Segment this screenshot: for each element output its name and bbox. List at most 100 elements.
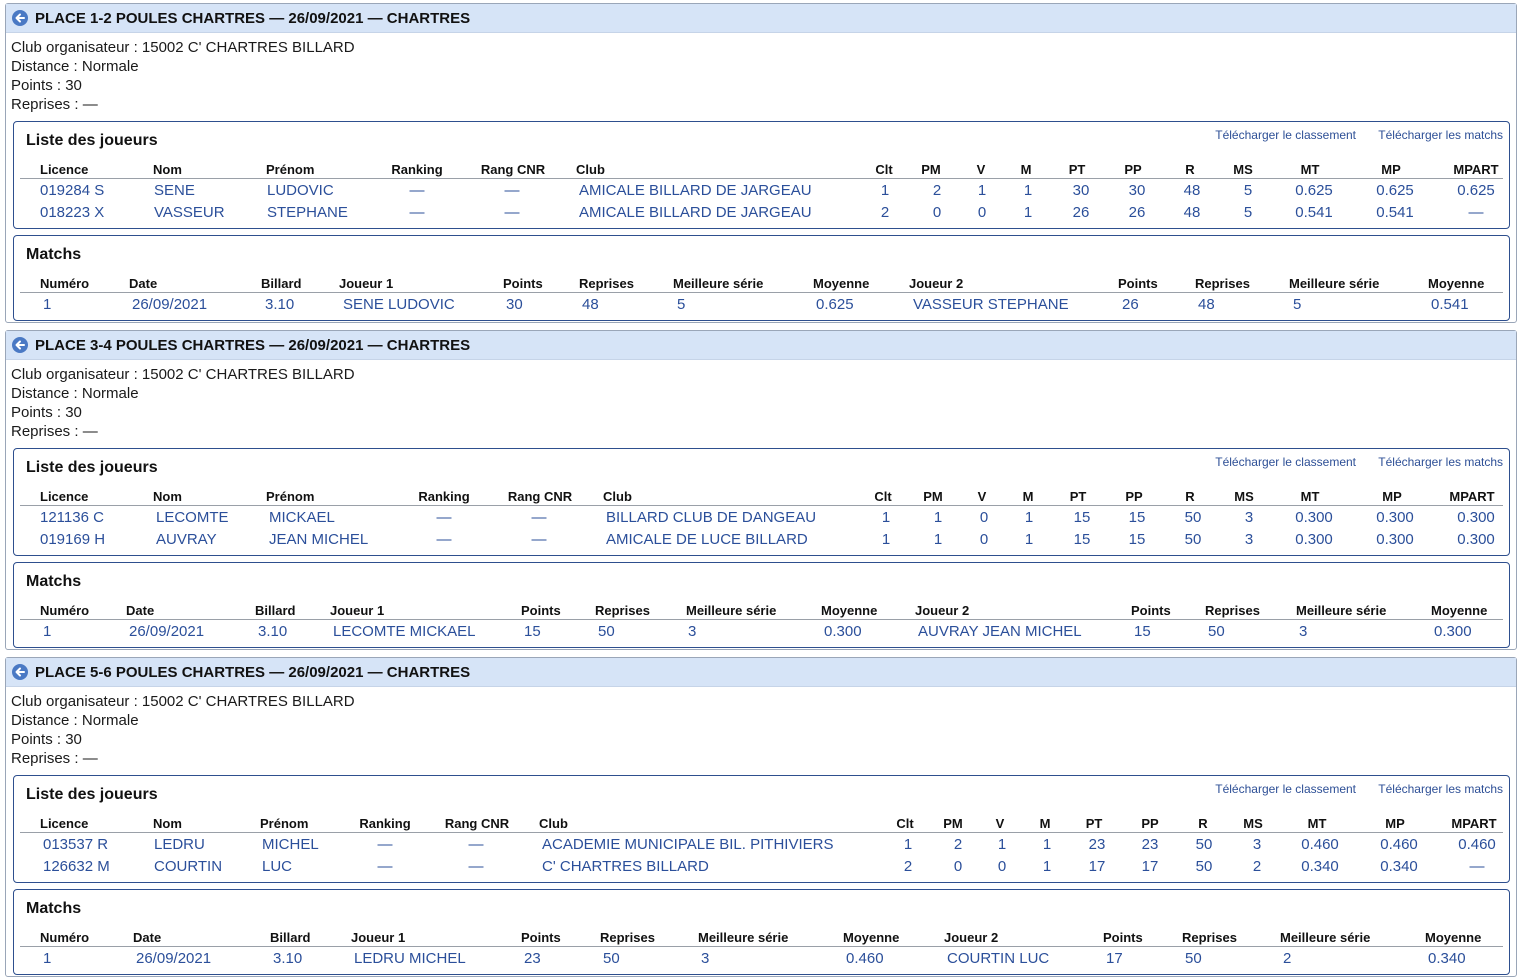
header-ms: MS: [1234, 489, 1254, 504]
match-points2: 26: [1122, 296, 1139, 313]
player-mp: 0.460: [1380, 836, 1418, 853]
header-m: M: [1022, 489, 1034, 504]
players-table: Licence Nom Prénom Ranking Rang CNR Club Clt PM…: [20, 813, 1503, 877]
header-moyenne2: Moyenne: [1425, 930, 1482, 945]
players-table: Licence Nom Prénom Ranking Rang CNR Club Clt PM…: [20, 159, 1503, 223]
club-organizer-value: 15002 C' CHARTRES BILLARD: [141, 366, 355, 383]
player-club[interactable]: BILLARD CLUB DE DANGEAU: [606, 509, 816, 526]
back-arrow-icon[interactable]: [12, 337, 28, 353]
match-moyenne1: 0.460: [846, 950, 884, 967]
player-rang-cnr: —: [504, 182, 520, 199]
back-arrow-icon[interactable]: [12, 10, 28, 26]
header-numero: Numéro: [40, 603, 90, 618]
header-date: Date: [133, 930, 162, 945]
match-joueur1[interactable]: SENE LUDOVIC: [343, 296, 455, 313]
player-prenom[interactable]: LUDOVIC: [267, 182, 334, 199]
header-licence: Licence: [40, 816, 89, 831]
header-mp: MP: [1385, 816, 1405, 831]
player-licence[interactable]: 013537 R: [43, 836, 108, 853]
player-clt: 2: [903, 858, 913, 875]
header-serie2: Meilleure série: [1289, 276, 1380, 291]
player-licence[interactable]: 018223 X: [40, 204, 104, 221]
player-prenom[interactable]: LUC: [262, 858, 292, 875]
player-club[interactable]: AMICALE BILLARD DE JARGEAU: [579, 182, 812, 199]
download-ranking-link[interactable]: Télécharger le classement: [1215, 455, 1356, 469]
match-joueur1[interactable]: LEDRU MICHEL: [354, 950, 466, 967]
player-prenom[interactable]: JEAN MICHEL: [269, 531, 368, 548]
header-ranking: Ranking: [418, 489, 470, 504]
competition-info: Club organisateur : 15002 C' CHARTRES BI…: [6, 360, 1516, 441]
header-pt: PT: [1069, 489, 1087, 504]
header-serie2: Meilleure série: [1296, 603, 1387, 618]
player-nom[interactable]: LECOMTE: [156, 509, 229, 526]
header-ranking: Ranking: [359, 816, 411, 831]
header-moyenne1: Moyenne: [813, 276, 870, 291]
header-numero: Numéro: [40, 276, 90, 291]
player-licence[interactable]: 126632 M: [43, 858, 110, 875]
player-licence[interactable]: 019169 H: [40, 531, 105, 548]
download-ranking-link[interactable]: Télécharger le classement: [1215, 128, 1356, 142]
player-nom[interactable]: VASSEUR: [154, 204, 225, 221]
player-nom[interactable]: COURTIN: [154, 858, 222, 875]
player-clt: 1: [881, 509, 891, 526]
player-prenom[interactable]: MICKAEL: [269, 509, 335, 526]
header-joueur2: Joueur 2: [915, 603, 970, 618]
back-arrow-icon[interactable]: [12, 664, 28, 680]
header-joueur2: Joueur 2: [909, 276, 964, 291]
header-pp: PP: [1141, 816, 1159, 831]
download-matches-link[interactable]: Télécharger les matchs: [1378, 782, 1503, 796]
player-mt: 0.340: [1301, 858, 1339, 875]
match-joueur2[interactable]: VASSEUR STEPHANE: [913, 296, 1069, 313]
match-joueur1[interactable]: LECOMTE MICKAEL: [333, 623, 476, 640]
header-r: R: [1185, 489, 1195, 504]
match-reprises2: 50: [1185, 950, 1202, 967]
player-nom[interactable]: LEDRU: [154, 836, 205, 853]
player-ms: 2: [1252, 858, 1262, 875]
player-licence[interactable]: 121136 C: [40, 509, 104, 526]
player-mpart: 0.300: [1457, 531, 1495, 548]
player-pt: 15: [1073, 531, 1091, 548]
player-mt: 0.460: [1301, 836, 1339, 853]
download-matches-link[interactable]: Télécharger les matchs: [1378, 128, 1503, 142]
header-reprises2: Reprises: [1205, 603, 1260, 618]
distance-label: Distance :: [11, 58, 82, 75]
player-row: 019169 H AUVRAY JEAN MICHEL — — AMICALE DE LU…: [20, 528, 1503, 550]
match-row: 1 26/09/2021 3.10 SENE LUDOVIC 30 48 5 0.625 VAS…: [20, 293, 1503, 315]
player-club[interactable]: ACADEMIE MUNICIPALE BIL. PITHIVIERS: [542, 836, 833, 853]
header-pm: PM: [943, 816, 963, 831]
player-nom[interactable]: SENE: [154, 182, 195, 199]
player-club[interactable]: AMICALE BILLARD DE JARGEAU: [579, 204, 812, 221]
reprises-limit-line: Reprises : —: [11, 95, 1516, 114]
player-prenom[interactable]: MICHEL: [262, 836, 319, 853]
player-nom[interactable]: AUVRAY: [156, 531, 217, 548]
player-row: 121136 C LECOMTE MICKAEL — — BILLARD CLUB DE …: [20, 506, 1503, 528]
player-licence[interactable]: 019284 S: [40, 182, 104, 199]
player-r: 48: [1183, 182, 1201, 199]
points-target-value: 30: [65, 404, 82, 421]
header-mpart: MPART: [1453, 162, 1499, 177]
player-mt: 0.541: [1295, 204, 1333, 221]
match-moyenne2: 0.340: [1428, 950, 1466, 967]
matches-title: Matchs: [26, 246, 82, 263]
player-clt: 1: [903, 836, 913, 853]
download-matches-link[interactable]: Télécharger les matchs: [1378, 455, 1503, 469]
players-header-row: Licence Nom Prénom Ranking Rang CNR Club Clt PM…: [20, 159, 1503, 179]
header-m: M: [1020, 162, 1032, 177]
match-billard: 3.10: [258, 623, 288, 640]
match-joueur2[interactable]: COURTIN LUC: [947, 950, 1049, 967]
player-club[interactable]: AMICALE DE LUCE BILLARD: [606, 531, 808, 548]
header-mp: MP: [1381, 162, 1401, 177]
header-rang-cnr: Rang CNR: [507, 489, 573, 504]
header-moyenne2: Moyenne: [1431, 603, 1488, 618]
header-nom: Nom: [153, 162, 182, 177]
player-club[interactable]: C' CHARTRES BILLARD: [542, 858, 709, 875]
matches-header-row: Numéro Date Billard Joueur 1 Points Reprises M…: [20, 273, 1503, 293]
player-prenom[interactable]: STEPHANE: [267, 204, 348, 221]
header-serie2: Meilleure série: [1280, 930, 1371, 945]
match-moyenne1: 0.300: [824, 623, 862, 640]
match-joueur2[interactable]: AUVRAY JEAN MICHEL: [918, 623, 1082, 640]
header-billard: Billard: [270, 930, 311, 945]
header-rang-cnr: Rang CNR: [444, 816, 510, 831]
club-organizer-value: 15002 C' CHARTRES BILLARD: [141, 39, 355, 56]
download-ranking-link[interactable]: Télécharger le classement: [1215, 782, 1356, 796]
